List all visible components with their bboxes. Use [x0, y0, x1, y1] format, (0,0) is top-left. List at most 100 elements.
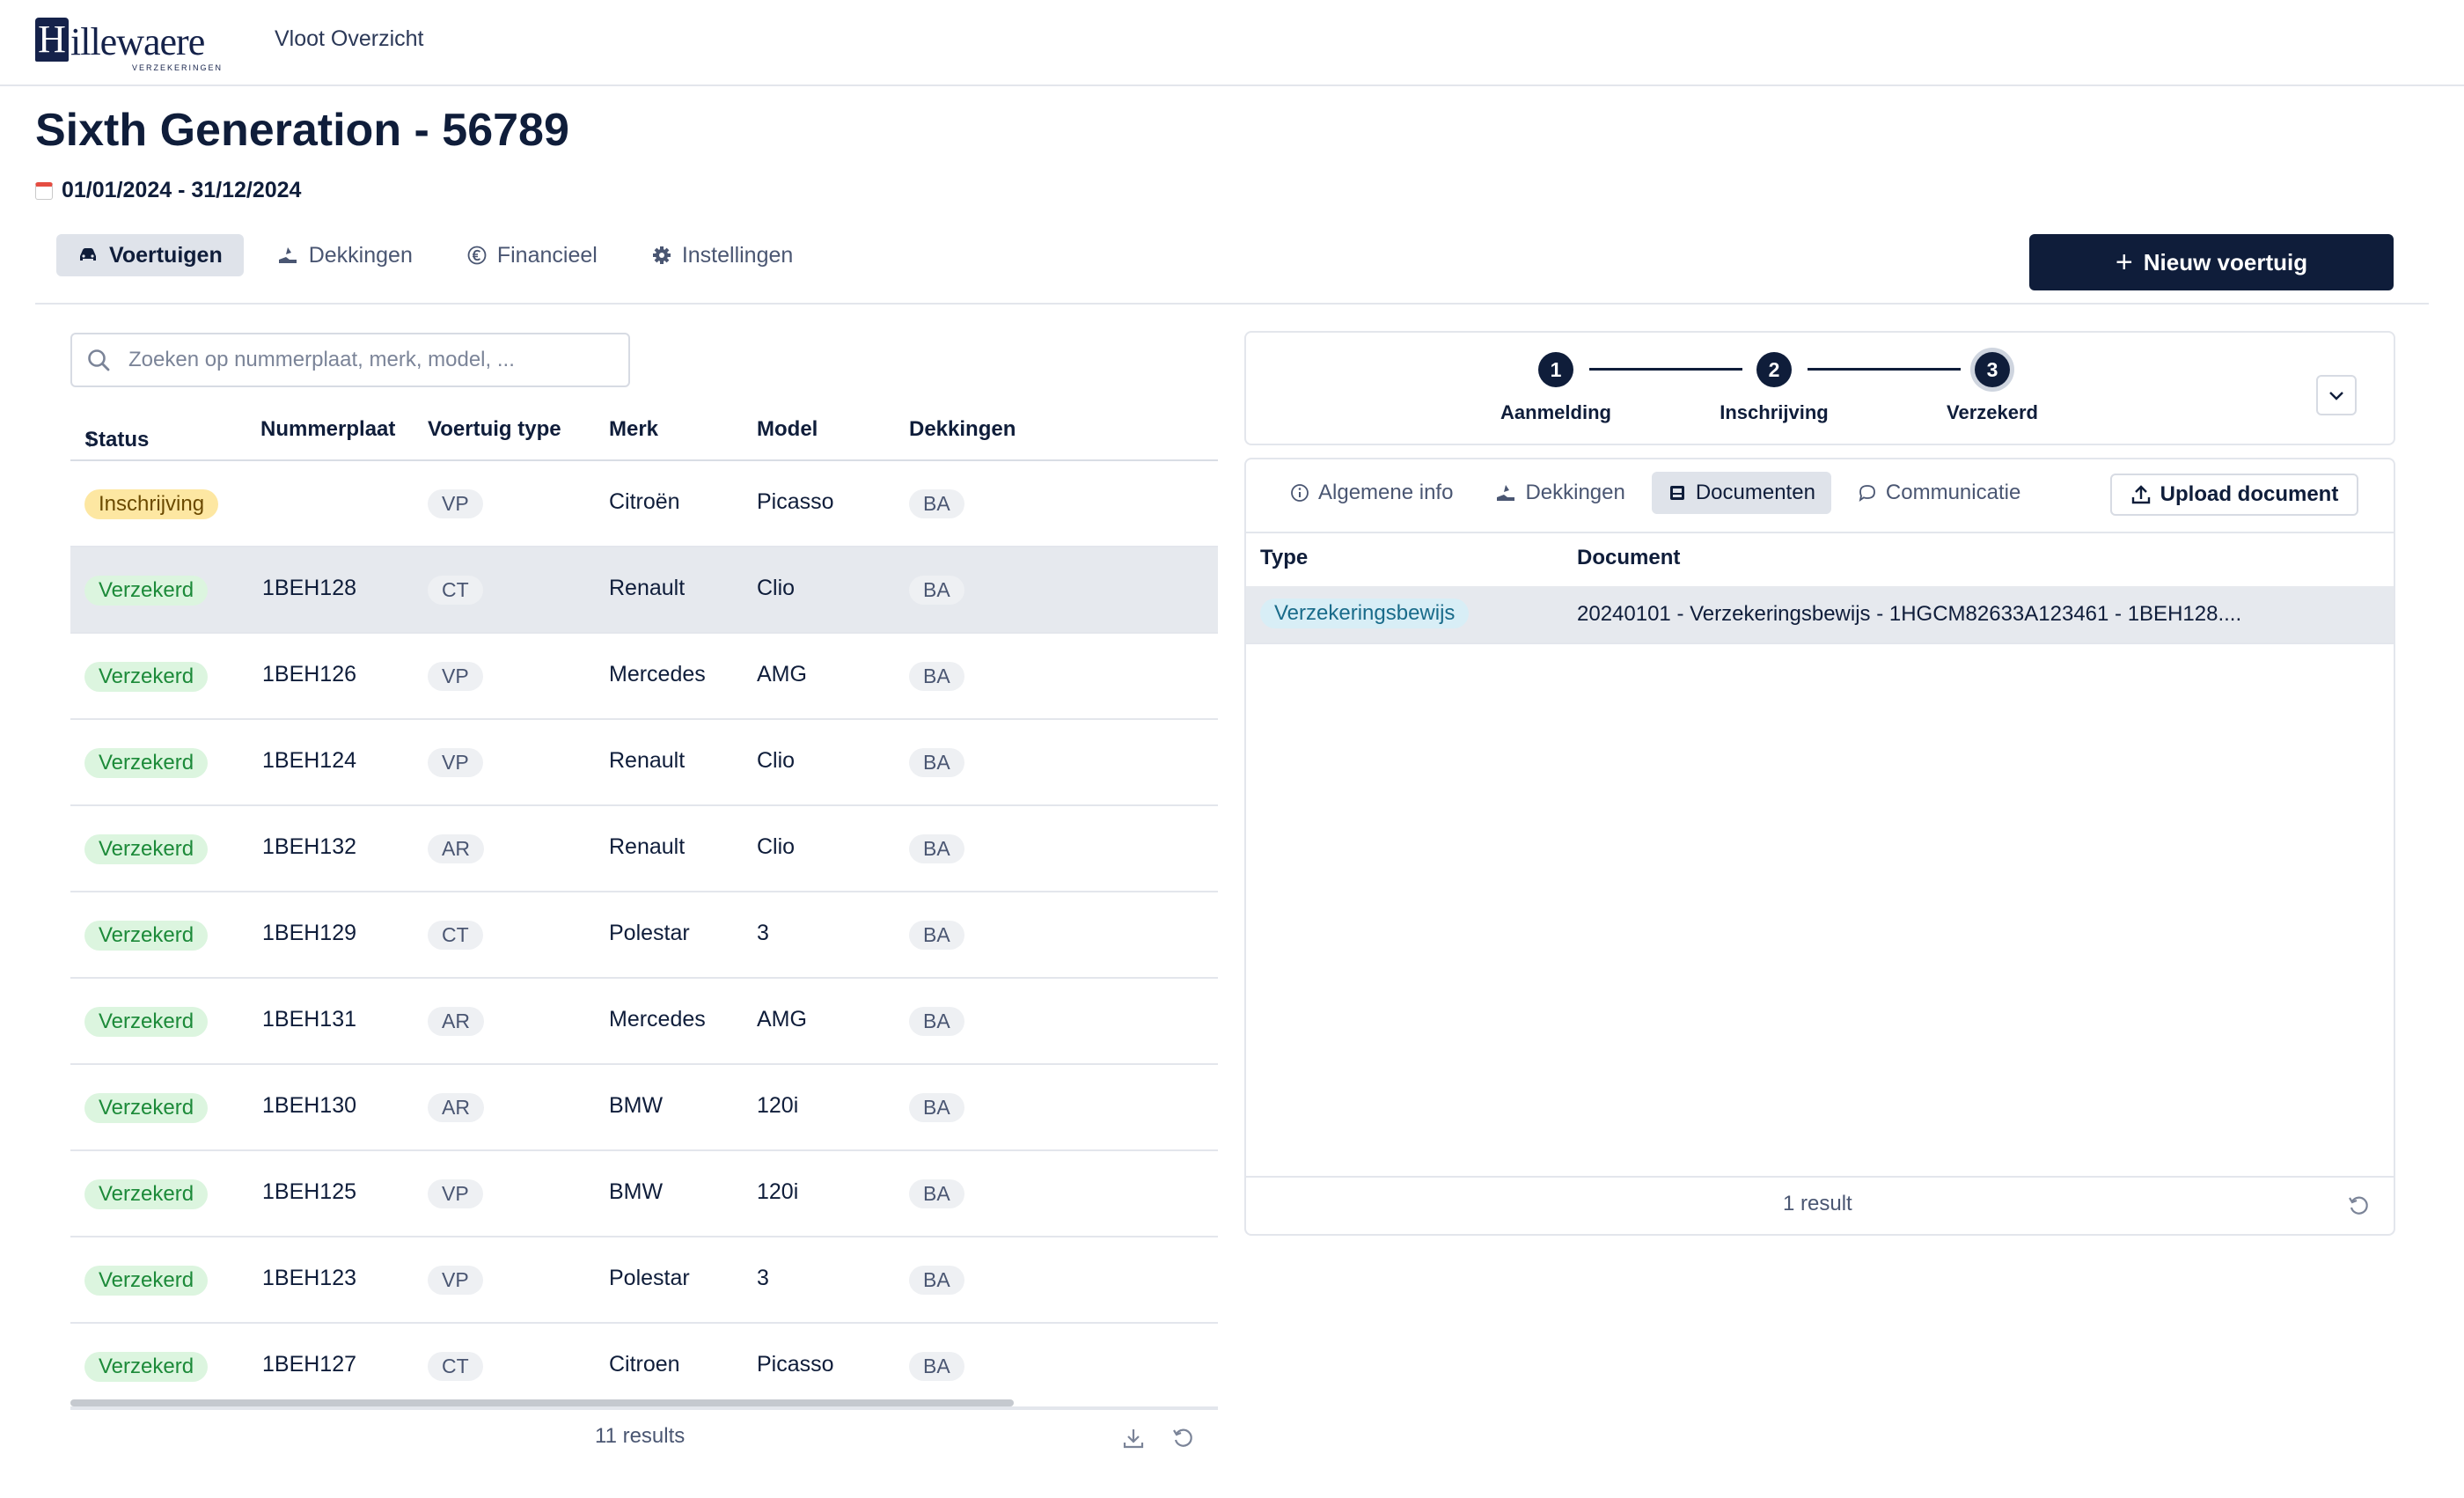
status-badge: Verzekerd	[84, 748, 209, 778]
coverage-icon	[1497, 485, 1515, 501]
tab-documenten[interactable]: Documenten	[1651, 472, 1831, 514]
model-cell: AMG	[757, 662, 807, 687]
upload-icon	[2131, 485, 2150, 504]
status-badge: Verzekerd	[84, 1007, 209, 1037]
logo-subtitle: VERZEKERINGEN	[132, 63, 224, 72]
coverage-chip: BA	[909, 921, 964, 950]
tab-instellingen[interactable]: Instellingen	[631, 234, 814, 276]
vehicle-type-chip: CT	[428, 921, 483, 950]
vehicle-type-chip: VP	[428, 662, 483, 691]
merk-cell: Renault	[609, 748, 686, 773]
tab-financieel[interactable]: Financieel	[446, 234, 619, 276]
column-type[interactable]: Type	[1260, 546, 1308, 570]
vehicle-progress-card	[1244, 331, 2395, 445]
table-row[interactable]: Verzekerd 1BEH131 AR Mercedes AMG BA	[70, 979, 1218, 1065]
table-row[interactable]: Verzekerd 1BEH124 VP Renault Clio BA	[70, 720, 1218, 806]
euro-icon	[467, 246, 487, 265]
table-row[interactable]: Verzekerd 1BEH130 AR BMW 120i BA	[70, 1065, 1218, 1151]
search-input[interactable]	[127, 347, 588, 373]
coverage-chip: BA	[909, 662, 964, 691]
table-row[interactable]: Inschrijving VP Citroën Picasso BA	[70, 461, 1218, 547]
step-2-label: Inschrijving	[1720, 401, 1829, 423]
model-cell: Clio	[757, 576, 796, 600]
document-icon	[1669, 486, 1684, 500]
plate-cell: 1BEH128	[262, 576, 357, 600]
horizontal-scrollbar[interactable]	[70, 1399, 1014, 1406]
model-cell: Picasso	[757, 489, 834, 514]
table-row[interactable]: Verzekerd 1BEH128 CT Renault Clio BA	[70, 547, 1218, 634]
tab-algemene-info[interactable]: Algemene info	[1274, 472, 1469, 514]
search-box	[70, 333, 630, 387]
tab-voertuigen[interactable]: Voertuigen	[56, 234, 244, 276]
nav-vloot-overzicht[interactable]: Vloot Overzicht	[275, 26, 424, 52]
column-document[interactable]: Document	[1577, 546, 1680, 570]
model-cell: Clio	[757, 834, 796, 859]
logo-mark: H	[35, 18, 69, 62]
tab-dekkingen[interactable]: Dekkingen	[256, 234, 434, 276]
refresh-button[interactable]	[1169, 1424, 1197, 1452]
status-badge: Verzekerd	[84, 834, 209, 864]
tab-label: Instellingen	[681, 242, 794, 268]
model-cell: Picasso	[757, 1352, 834, 1377]
step-3-label: Verzekerd	[1947, 401, 2038, 423]
refresh-icon	[2349, 1196, 2368, 1215]
refresh-documents-button[interactable]	[2344, 1192, 2372, 1220]
table-row[interactable]: Verzekerd 1BEH132 AR Renault Clio BA	[70, 806, 1218, 892]
step-1-label: Aanmelding	[1500, 401, 1611, 423]
vehicle-type-chip: VP	[428, 1266, 483, 1295]
document-name-link[interactable]: 20240101 - Verzekeringsbewijs - 1HGCM826…	[1577, 602, 2241, 627]
horizontal-scroll-track	[70, 1406, 1218, 1408]
logo-wordmark: illewaere	[70, 20, 205, 63]
collapse-button[interactable]	[2316, 375, 2357, 415]
step-1-indicator: 1	[1538, 352, 1573, 387]
sort-ascending-icon: ↑	[84, 428, 95, 452]
column-nummerplaat[interactable]: Nummerplaat	[260, 417, 395, 442]
merk-cell: Polestar	[609, 921, 690, 945]
tab-label: Financieel	[496, 242, 598, 268]
plate-cell: 1BEH130	[262, 1093, 357, 1118]
merk-cell: Renault	[609, 834, 686, 859]
table-row[interactable]: Verzekerd 1BEH123 VP Polestar 3 BA	[70, 1237, 1218, 1324]
search-icon	[88, 349, 110, 371]
vehicle-type-chip: CT	[428, 1352, 483, 1381]
download-icon	[1123, 1429, 1144, 1449]
column-model[interactable]: Model	[757, 417, 818, 442]
coverage-chip: BA	[909, 1352, 964, 1381]
status-badge: Verzekerd	[84, 1266, 209, 1296]
coverage-icon	[278, 247, 297, 263]
tab-label: Communicatie	[1885, 481, 2021, 504]
upload-document-button[interactable]: Upload document	[2110, 474, 2358, 516]
step-2-indicator: 2	[1756, 352, 1792, 387]
chevron-down-icon	[2329, 392, 2343, 400]
column-dekkingen[interactable]: Dekkingen	[909, 417, 1016, 442]
step-connector	[1808, 368, 1961, 371]
status-badge: Verzekerd	[84, 1093, 209, 1123]
upload-label: Upload document	[2160, 482, 2339, 506]
tab-dekkingen-detail[interactable]: Dekkingen	[1479, 472, 1640, 514]
tab-communicatie[interactable]: Communicatie	[1842, 472, 2036, 514]
table-row[interactable]: Verzekeringsbewijs 20240101 - Verzekerin…	[1246, 586, 2394, 644]
tab-label: Documenten	[1695, 481, 1815, 504]
vehicles-results-count: 11 results	[595, 1424, 686, 1448]
table-header: Status ↑ Nummerplaat Voertuig type Merk …	[70, 407, 1218, 461]
download-button[interactable]	[1119, 1424, 1148, 1452]
company-logo[interactable]: H illewaere VERZEKERINGEN	[35, 18, 221, 72]
coverage-chip: BA	[909, 1007, 964, 1036]
model-cell: AMG	[757, 1007, 807, 1032]
merk-cell: Mercedes	[609, 662, 706, 687]
step-3-indicator: 3	[1975, 352, 2010, 387]
coverage-chip: BA	[909, 489, 964, 518]
table-row[interactable]: Verzekerd 1BEH126 VP Mercedes AMG BA	[70, 634, 1218, 720]
table-row[interactable]: Verzekerd 1BEH129 CT Polestar 3 BA	[70, 892, 1218, 979]
plate-cell: 1BEH129	[262, 921, 357, 945]
documents-results-count: 1 result	[1783, 1192, 1852, 1215]
vehicle-type-chip: VP	[428, 489, 483, 518]
merk-cell: BMW	[609, 1093, 664, 1118]
column-voertuig-type[interactable]: Voertuig type	[428, 417, 561, 442]
table-row[interactable]: Verzekerd 1BEH127 CT Citroen Picasso BA	[70, 1324, 1218, 1410]
column-merk[interactable]: Merk	[609, 417, 658, 442]
new-vehicle-button[interactable]: + Nieuw voertuig	[2029, 234, 2394, 290]
table-row[interactable]: Verzekerd 1BEH125 VP BMW 120i BA	[70, 1151, 1218, 1237]
model-cell: 120i	[757, 1093, 799, 1118]
coverage-chip: BA	[909, 1266, 964, 1295]
